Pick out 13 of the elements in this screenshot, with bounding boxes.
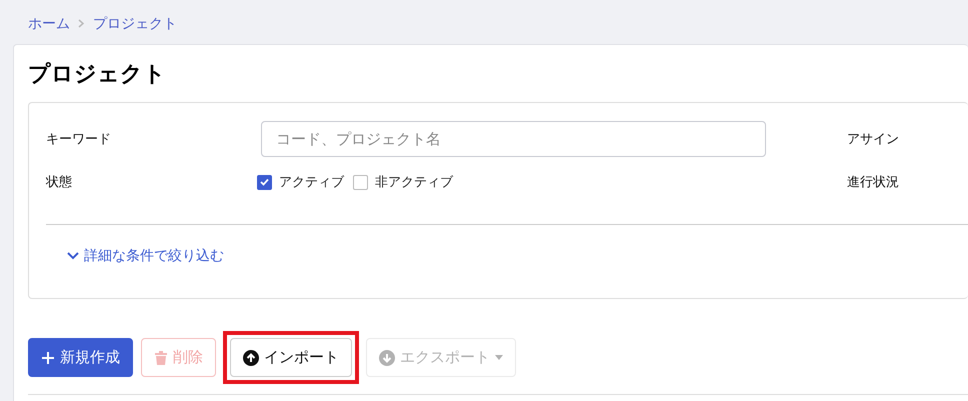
filter-label: 進行状況 [847, 174, 900, 191]
keyword-field[interactable]: コード、プロジェクト名 [261, 121, 766, 157]
breadcrumb-link[interactable]: プロジェクト [93, 15, 177, 33]
breadcrumb-link[interactable]: ホーム [28, 15, 70, 33]
page-title: プロジェクト [28, 61, 167, 87]
filter-label: キーワード [46, 131, 112, 148]
create-button[interactable]: 新規作成 [28, 338, 133, 377]
filter-label: アサイン [847, 131, 900, 148]
checkbox-label: 非アクティブ [375, 174, 453, 191]
filter-toggle-link[interactable]: 詳細な条件で絞り込む [66, 247, 224, 265]
import-button[interactable]: インポート [230, 338, 352, 377]
checkbox-label: アクティブ [279, 174, 344, 191]
filter-label: 状態 [46, 174, 73, 191]
